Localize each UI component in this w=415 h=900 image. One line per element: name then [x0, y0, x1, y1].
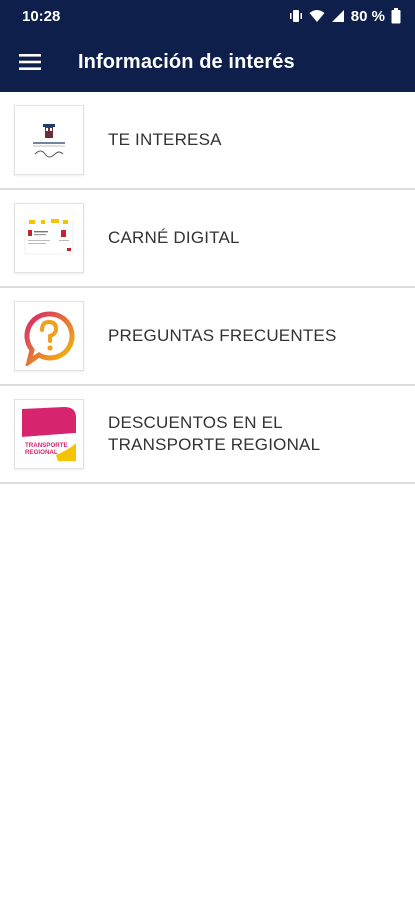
list-item-descuentos-transporte[interactable]: TRANSPORTE REGIONAL DESCUENTOS EN EL TRA… — [0, 386, 415, 484]
list-item-label: TE INTERESA — [108, 130, 222, 149]
list-item-label: DESCUENTOS EN EL TRANSPORTE REGIONAL — [108, 413, 321, 454]
list-item-preguntas-frecuentes[interactable]: PREGUNTAS FRECUENTES — [0, 288, 415, 386]
list-item-label: CARNÉ DIGITAL — [108, 228, 240, 247]
list-item-te-interesa[interactable]: TE INTERESA — [0, 92, 415, 190]
signal-icon — [331, 9, 345, 23]
vibrate-icon — [289, 9, 303, 23]
status-time: 10:28 — [22, 7, 61, 25]
transport-thumbnail-text: REGIONAL — [25, 449, 58, 456]
list-item-carne-digital[interactable]: CARNÉ DIGITAL — [0, 190, 415, 288]
transport-thumbnail: TRANSPORTE REGIONAL — [14, 399, 84, 469]
status-bar: 10:28 80 % — [0, 0, 415, 32]
transport-thumbnail-text: TRANSPORTE — [25, 442, 68, 449]
battery-text: 80 % — [350, 7, 385, 25]
wifi-icon — [309, 9, 325, 23]
junta-logo-thumbnail — [14, 105, 84, 175]
app-bar: Información de interés — [0, 32, 415, 92]
info-list: TE INTERESA CARNÉ DIGITAL PREGUNTAS FREC… — [0, 92, 415, 484]
battery-icon — [391, 8, 401, 24]
status-icons: 80 % — [289, 8, 401, 25]
question-bubble-thumbnail — [14, 301, 84, 371]
digital-card-thumbnail — [14, 203, 84, 273]
page-title: Información de interés — [78, 50, 295, 73]
hamburger-menu-icon[interactable] — [0, 32, 60, 92]
list-item-label: PREGUNTAS FRECUENTES — [108, 326, 337, 345]
